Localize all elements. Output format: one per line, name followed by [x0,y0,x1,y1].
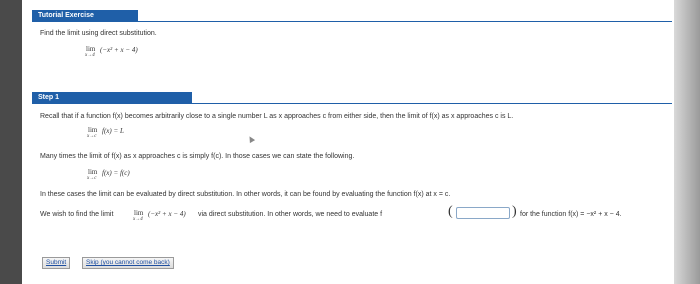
many-times-text: Many times the limit of f(x) as x approa… [40,153,355,160]
step-rule [32,103,672,104]
tutorial-panel: Tutorial Exercise Find the limit using d… [22,0,674,284]
limit-word: lim [86,45,96,53]
instruction-text: Find the limit using direct substitution… [40,30,157,37]
mouse-cursor-icon [246,134,256,144]
these-cases-text: In these cases the limit can be evaluate… [40,191,451,198]
limit-subscript: x→4 [133,217,143,222]
header-rule [32,21,672,22]
limit-word: lim [88,126,98,134]
recall-text: Recall that if a function f(x) becomes a… [40,113,514,120]
limit-subscript: x→c [87,176,97,181]
limit-expression: f(x) = L [102,127,124,135]
wish-suffix-text: via direct substitution. In other words,… [198,211,383,218]
wish-prefix-text: We wish to find the limit [40,211,114,218]
limit-subscript: x→4 [85,53,95,58]
limit-subscript: x→c [87,134,97,139]
limit-expression: (−x² + x − 4) [148,210,186,218]
submit-button[interactable]: Submit [42,257,71,269]
open-paren: ( [448,204,453,219]
window-edge [674,0,700,284]
skip-button[interactable]: Skip (you cannot come back) [82,257,174,269]
close-paren: ) [512,204,517,219]
for-function-text: for the function f(x) = −x² + x − 4. [520,211,622,218]
limit-expression: (−x² + x − 4) [100,46,138,54]
limit-word: lim [134,209,144,217]
limit-expression: f(x) = f(c) [102,169,130,177]
answer-input[interactable] [456,207,510,219]
limit-word: lim [88,168,98,176]
